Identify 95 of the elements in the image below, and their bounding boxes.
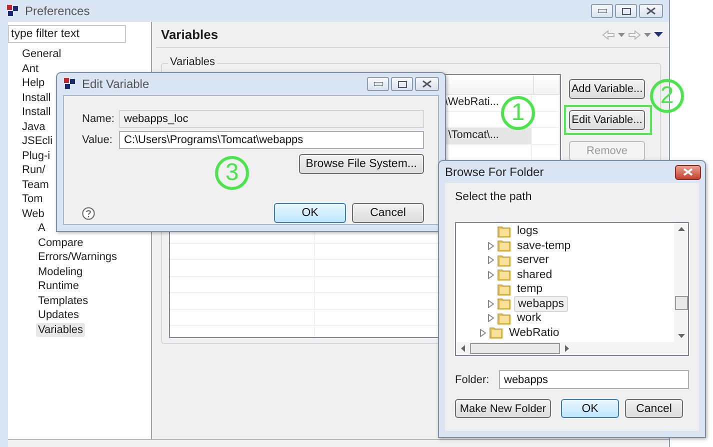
forward-arrow-icon[interactable] [628, 30, 641, 40]
folder-item[interactable]: save-temp [514, 238, 574, 253]
folder-icon [497, 268, 511, 282]
tree-item[interactable]: Run/ [20, 163, 48, 178]
tree-item[interactable]: Install [20, 90, 53, 105]
dropdown-caret-icon[interactable] [618, 32, 625, 36]
minimize-icon [598, 9, 606, 13]
dialog-button[interactable]: OK [561, 399, 619, 418]
folder-item[interactable]: logs [514, 224, 542, 238]
tree-item[interactable]: Team [20, 178, 51, 192]
window-title: Preferences [25, 4, 90, 18]
prompt-text: Select the path [455, 191, 533, 203]
step-number: 3 [215, 156, 249, 190]
tree-item[interactable]: Updates [36, 308, 81, 322]
group-title: Variables [168, 56, 218, 68]
tree-item[interactable]: Web [20, 206, 46, 221]
maximize-icon [622, 8, 630, 14]
scroll-thumb[interactable] [470, 343, 560, 354]
folder-icon [497, 312, 511, 325]
field-label: Folder: [455, 372, 489, 386]
expand-arrow-icon[interactable] [488, 314, 494, 322]
folder-icon [497, 297, 511, 310]
page-title: Variables [161, 27, 218, 42]
edit-button[interactable]: Edit Variable... [569, 110, 645, 130]
expand-arrow-icon[interactable] [480, 328, 486, 337]
close-button[interactable] [675, 164, 701, 180]
action-button[interactable]: Add Variable... [569, 79, 645, 99]
maximize-button[interactable] [391, 77, 413, 91]
field-label: Value: [82, 133, 114, 147]
tree-item[interactable]: Ant [20, 62, 41, 76]
folder-icon [489, 326, 503, 340]
folder-icon [497, 224, 511, 238]
filter-field[interactable]: type filter text [8, 25, 126, 43]
tree-item[interactable]: Runtime [36, 279, 81, 294]
help-icon[interactable] [82, 206, 95, 220]
expand-arrow-icon[interactable] [488, 270, 494, 279]
dialog-button[interactable]: Cancel [352, 203, 424, 223]
close-button[interactable] [415, 77, 439, 91]
dropdown-caret-icon[interactable] [644, 32, 651, 36]
app-icon [6, 4, 20, 18]
close-icon [422, 80, 432, 88]
maximize-icon [398, 80, 406, 88]
dialog-button[interactable]: Make New Folder [455, 399, 551, 418]
folder-item[interactable]: temp [514, 282, 546, 296]
tree-item[interactable]: Plug-i [20, 148, 52, 163]
folder-item[interactable]: shared [514, 268, 556, 282]
expand-arrow-icon[interactable] [488, 256, 494, 264]
tree-item[interactable]: General [20, 47, 64, 62]
folder-field[interactable]: webapps [499, 370, 689, 389]
step-number: 1 [501, 96, 535, 130]
folder-icon [497, 254, 511, 267]
expand-arrow-icon[interactable] [488, 300, 494, 308]
tree-item[interactable]: Variables [36, 322, 86, 337]
scroll-left-arrow-icon[interactable] [461, 345, 465, 352]
scroll-down-arrow-icon[interactable] [678, 334, 684, 338]
folder-icon [497, 239, 511, 252]
scroll-right-arrow-icon[interactable] [565, 345, 569, 352]
tree-item[interactable]: Modeling [36, 264, 85, 279]
horizontal-scrollbar[interactable] [456, 342, 688, 355]
tree-item[interactable]: Templates [36, 294, 90, 308]
folder-icon [497, 282, 511, 296]
dialog-button[interactable]: OK [274, 203, 346, 223]
close-icon [683, 168, 693, 176]
scroll-up-arrow-icon[interactable] [678, 227, 684, 231]
close-icon [646, 7, 656, 15]
app-icon [63, 77, 77, 91]
vertical-scrollbar[interactable] [674, 223, 688, 342]
folder-item[interactable]: server [514, 253, 552, 268]
view-menu-icon[interactable] [654, 32, 663, 37]
folder-item[interactable]: work [514, 311, 544, 326]
window-title: Edit Variable [82, 77, 150, 91]
window-title: Browse For Folder [445, 165, 544, 179]
expand-arrow-icon[interactable] [488, 242, 494, 250]
folder-item[interactable]: WebRatio [506, 326, 562, 340]
close-button[interactable] [639, 4, 663, 18]
scroll-thumb[interactable] [674, 296, 688, 310]
dialog-button[interactable]: Cancel [625, 399, 683, 418]
tree-item[interactable]: JSEcli [20, 134, 55, 148]
field-label: Name: [82, 112, 114, 126]
minimize-icon [374, 82, 382, 86]
tree-item[interactable]: A [36, 221, 48, 236]
maximize-button[interactable] [615, 4, 637, 18]
text-field[interactable]: C:\Users\Programs\Tomcat\webapps [119, 131, 424, 149]
tree-item[interactable]: Java [20, 120, 48, 134]
minimize-button[interactable] [367, 77, 389, 91]
minimize-button[interactable] [591, 4, 613, 18]
tree-item[interactable]: Tom [20, 192, 45, 206]
back-arrow-icon[interactable] [602, 30, 615, 40]
tree-item[interactable]: Compare [36, 236, 86, 250]
tree-item[interactable]: Install [20, 105, 53, 120]
folder-item[interactable]: webapps [514, 296, 568, 312]
tree-item[interactable]: Errors/Warnings [36, 250, 120, 264]
text-field[interactable]: webapps_loc [119, 110, 424, 128]
tree-item[interactable]: Help [20, 76, 47, 90]
browse-button[interactable]: Browse File System... [298, 154, 424, 174]
